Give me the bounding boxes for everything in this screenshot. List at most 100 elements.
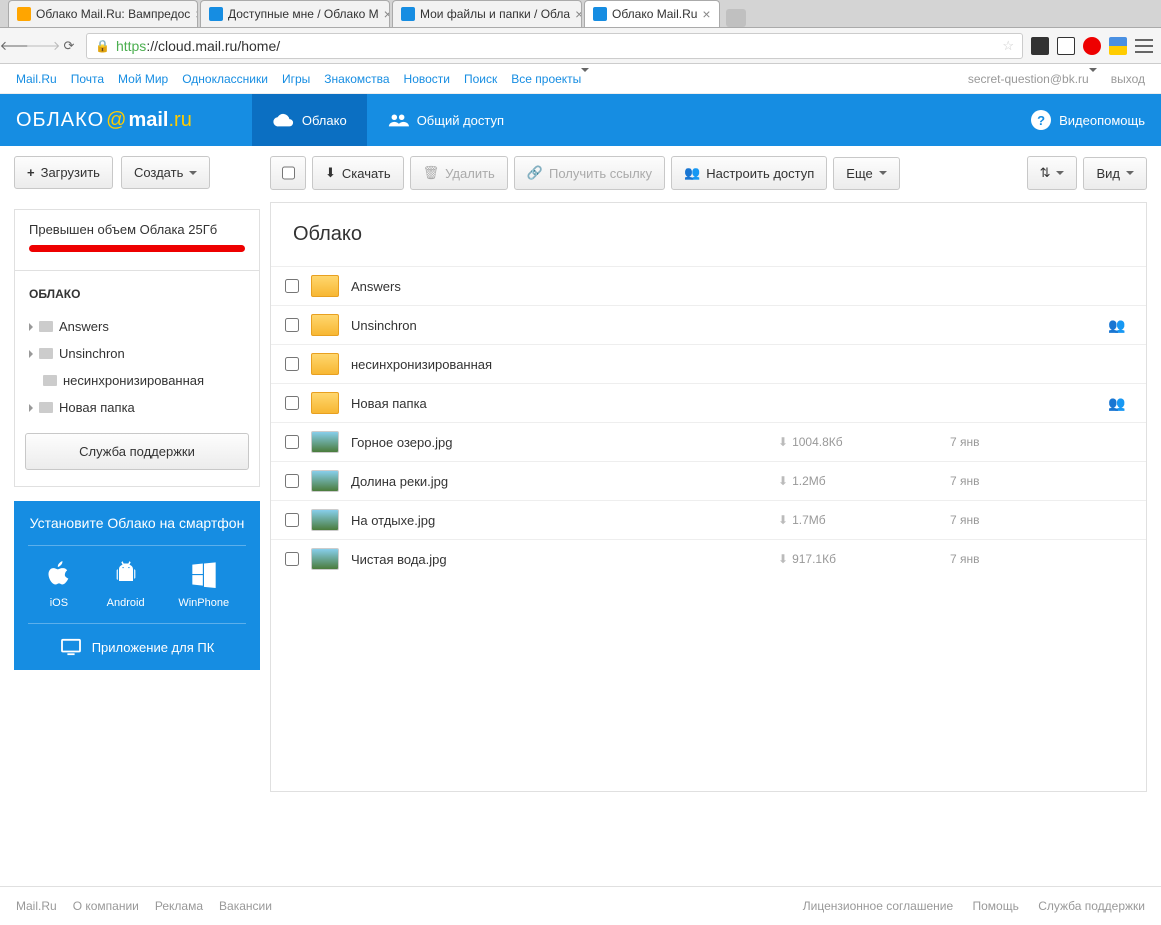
select-all-button[interactable]	[270, 156, 306, 190]
view-button[interactable]: Вид	[1083, 157, 1147, 190]
get-link-button[interactable]: 🔗 Получить ссылку	[514, 156, 665, 190]
nav-link[interactable]: Знакомства	[324, 72, 389, 86]
file-checkbox[interactable]	[285, 279, 299, 293]
file-checkbox[interactable]	[285, 396, 299, 410]
upload-button[interactable]: + Загрузить	[14, 156, 113, 189]
file-name[interactable]: Чистая вода.jpg	[351, 552, 766, 567]
support-button[interactable]: Служба поддержки	[25, 433, 249, 470]
promo-ios[interactable]: iOS	[45, 560, 73, 609]
file-name[interactable]: Долина реки.jpg	[351, 474, 766, 489]
nav-link[interactable]: Новости	[404, 72, 450, 86]
share-access-button[interactable]: 👥 Настроить доступ	[671, 156, 827, 190]
close-icon[interactable]: ×	[384, 6, 390, 22]
nav-link[interactable]: Мой Мир	[118, 72, 168, 86]
close-icon[interactable]: ×	[575, 6, 582, 22]
tree-item[interactable]: Answers	[25, 313, 249, 340]
promo-label: WinPhone	[178, 597, 229, 609]
thumbnail-icon	[311, 470, 339, 492]
create-button[interactable]: Создать	[121, 156, 210, 189]
file-name[interactable]: Горное озеро.jpg	[351, 435, 766, 450]
logo-text: ОБЛАКО	[16, 109, 104, 132]
file-row[interactable]: Unsinchron 👥	[271, 305, 1146, 344]
trash-icon: 🗑	[423, 165, 440, 181]
promo-label: Android	[107, 597, 145, 609]
abp-icon[interactable]	[1083, 37, 1101, 55]
ext-icon[interactable]	[1057, 37, 1075, 55]
footer-link[interactable]: Mail.Ru	[16, 899, 57, 913]
nav-link[interactable]: Mail.Ru	[16, 72, 57, 86]
file-row[interactable]: Долина реки.jpg ⬇ 1.2Мб 7 янв	[271, 461, 1146, 500]
file-checkbox[interactable]	[285, 513, 299, 527]
file-row[interactable]: Чистая вода.jpg ⬇ 917.1Кб 7 янв	[271, 539, 1146, 578]
folder-icon	[311, 392, 339, 414]
promo-desktop[interactable]: Приложение для ПК	[28, 624, 246, 656]
more-button[interactable]: Еще	[833, 157, 899, 190]
url-input[interactable]: 🔒 https://cloud.mail.ru/home/ ☆	[86, 33, 1023, 59]
menu-icon[interactable]	[1135, 39, 1153, 53]
file-checkbox[interactable]	[285, 474, 299, 488]
reload-button[interactable]: ⟳	[60, 37, 78, 55]
user-email[interactable]: secret-question@bk.ru	[968, 72, 1097, 86]
file-checkbox[interactable]	[285, 357, 299, 371]
thumbnail-icon	[311, 431, 339, 453]
file-checkbox[interactable]	[285, 435, 299, 449]
new-tab-button[interactable]	[726, 9, 746, 27]
logout-link[interactable]: выход	[1111, 72, 1145, 86]
footer-link[interactable]: Реклама	[155, 899, 203, 913]
file-name[interactable]: несинхронизированная	[351, 357, 766, 372]
browser-tab-3[interactable]: Облако Mail.Ru×	[584, 0, 720, 27]
browser-tab-0[interactable]: Облако Mail.Ru: Вампредос×	[8, 0, 198, 27]
folder-icon	[311, 275, 339, 297]
tree-item[interactable]: Новая папка	[25, 394, 249, 421]
folder-icon	[311, 353, 339, 375]
tree-item[interactable]: несинхронизированная	[25, 367, 249, 394]
tab-shared[interactable]: Общий доступ	[367, 94, 524, 146]
file-size: ⬇ 1.2Мб	[778, 474, 938, 488]
back-button[interactable]: 🡐	[8, 37, 26, 55]
footer-link[interactable]: Лицензионное соглашение	[803, 899, 953, 913]
file-name[interactable]: Новая папка	[351, 396, 766, 411]
footer-link[interactable]: О компании	[73, 899, 139, 913]
promo-android[interactable]: Android	[107, 560, 145, 609]
select-all-checkbox[interactable]	[282, 166, 295, 180]
close-icon[interactable]: ×	[195, 6, 198, 22]
footer-link[interactable]: Вакансии	[219, 899, 272, 913]
tree-label: Новая папка	[59, 400, 135, 415]
file-row[interactable]: Новая папка 👥	[271, 383, 1146, 422]
ext-icon[interactable]	[1109, 37, 1127, 55]
browser-tab-2[interactable]: Мои файлы и папки / Обла×	[392, 0, 582, 27]
browser-tab-1[interactable]: Доступные мне / Облако M ×	[200, 0, 390, 27]
footer-link[interactable]: Служба поддержки	[1038, 899, 1145, 913]
file-row[interactable]: Горное озеро.jpg ⬇ 1004.8Кб 7 янв	[271, 422, 1146, 461]
file-row[interactable]: На отдыхе.jpg ⬇ 1.7Мб 7 янв	[271, 500, 1146, 539]
folder-icon	[43, 375, 57, 386]
nav-link[interactable]: Игры	[282, 72, 310, 86]
ext-icon[interactable]	[1031, 37, 1049, 55]
tree-item[interactable]: Unsinchron	[25, 340, 249, 367]
nav-link[interactable]: Почта	[71, 72, 104, 86]
footer-link[interactable]: Помощь	[972, 899, 1018, 913]
nav-link[interactable]: Все проекты	[511, 72, 589, 86]
download-button[interactable]: ⬇ Скачать	[312, 156, 404, 190]
tree-label: Unsinchron	[59, 346, 125, 361]
promo-winphone[interactable]: WinPhone	[178, 560, 229, 609]
tab-cloud[interactable]: Облако	[252, 94, 367, 146]
file-checkbox[interactable]	[285, 318, 299, 332]
logo[interactable]: ОБЛАКО@mail.ru	[16, 109, 192, 132]
nav-link[interactable]: Поиск	[464, 72, 497, 86]
nav-link[interactable]: Одноклассники	[182, 72, 268, 86]
bookmark-icon[interactable]: ☆	[1002, 38, 1014, 54]
file-row[interactable]: несинхронизированная	[271, 344, 1146, 383]
file-name[interactable]: Answers	[351, 279, 766, 294]
main-area: ⬇ Скачать 🗑 Удалить 🔗 Получить ссылку 👥 …	[270, 156, 1147, 866]
tab-title: Доступные мне / Облако M	[228, 7, 379, 21]
file-name[interactable]: На отдыхе.jpg	[351, 513, 766, 528]
file-checkbox[interactable]	[285, 552, 299, 566]
file-row[interactable]: Answers	[271, 266, 1146, 305]
delete-button[interactable]: 🗑 Удалить	[410, 156, 508, 190]
forward-button[interactable]: 🡒	[34, 37, 52, 55]
video-help-link[interactable]: ? Видеопомощь	[1031, 110, 1145, 130]
sort-button[interactable]: ⇅	[1027, 156, 1078, 190]
close-icon[interactable]: ×	[702, 6, 710, 22]
file-name[interactable]: Unsinchron	[351, 318, 766, 333]
